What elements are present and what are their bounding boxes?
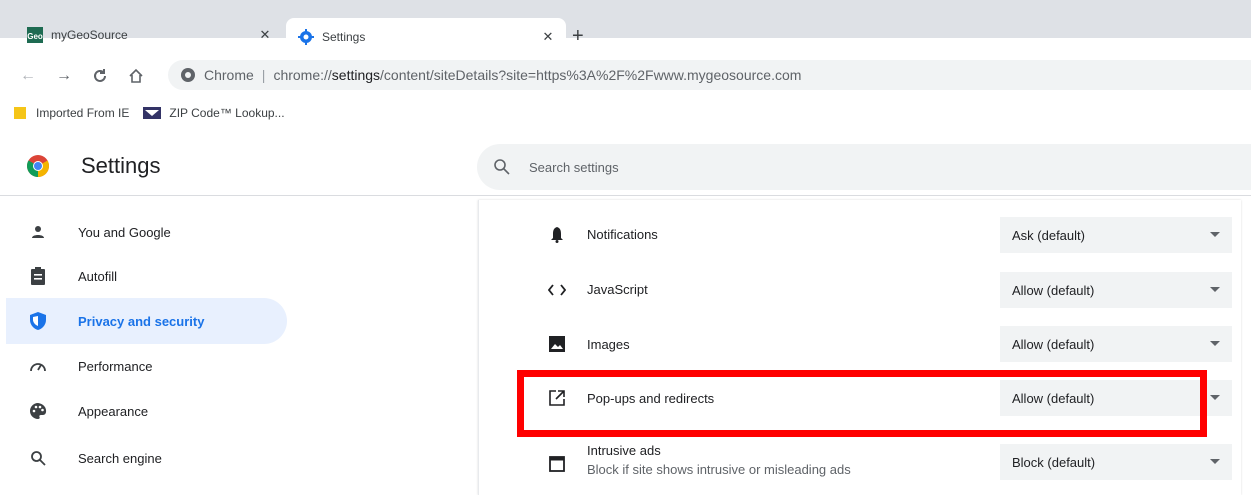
bookmark-imported-from-ie[interactable]: Imported From IE	[14, 106, 129, 120]
tab-title: Settings	[322, 30, 366, 44]
shield-icon	[28, 311, 48, 331]
tab-title: myGeoSource	[51, 28, 128, 42]
sidebar-item-privacy-and-security[interactable]: Privacy and security	[6, 298, 287, 344]
permission-label: JavaScript	[587, 282, 648, 297]
settings-header: Settings	[0, 136, 1251, 196]
javascript-select[interactable]: Allow (default)	[1000, 272, 1232, 308]
sidebar-item-autofill[interactable]: Autofill	[6, 253, 287, 299]
settings-sidebar: You and Google Autofill Privacy and secu…	[0, 200, 300, 495]
geo-favicon-icon: Geo	[27, 27, 43, 43]
home-icon[interactable]	[124, 64, 148, 88]
chrome-logo-icon	[27, 155, 49, 177]
site-permissions-panel: Notifications Ask (default) JavaScript A…	[478, 200, 1241, 495]
search-icon	[493, 158, 511, 176]
sidebar-item-label: You and Google	[78, 224, 171, 240]
omnibox-divider: |	[261, 67, 266, 83]
close-icon[interactable]: ✕	[257, 27, 273, 43]
forward-icon[interactable]: →	[52, 64, 76, 88]
browser-toolbar: ← → Chrome | chrome://settings/content/s…	[0, 56, 1251, 96]
back-icon[interactable]: ←	[16, 64, 40, 88]
usps-icon	[143, 107, 162, 119]
notifications-select[interactable]: Ask (default)	[1000, 217, 1232, 253]
search-input[interactable]	[529, 159, 1129, 175]
folder-icon	[14, 106, 28, 120]
page-title: Settings	[81, 153, 161, 178]
sidebar-item-you-and-google[interactable]: You and Google	[6, 209, 287, 255]
address-bar[interactable]: Chrome | chrome://settings/content/siteD…	[168, 60, 1251, 90]
image-icon	[547, 334, 567, 354]
permission-label: Images	[587, 337, 630, 352]
url-host: settings	[331, 67, 381, 83]
chrome-chip[interactable]: Chrome	[180, 67, 254, 83]
permission-row-intrusive-ads: Intrusive ads Block if site shows intrus…	[479, 435, 1242, 489]
bell-icon	[547, 225, 567, 245]
close-icon[interactable]: ✕	[540, 29, 556, 45]
chrome-chip-label: Chrome	[204, 67, 254, 83]
select-value: Ask (default)	[1012, 227, 1085, 243]
bookmark-label: Imported From IE	[36, 106, 130, 120]
chevron-down-icon	[1210, 459, 1220, 464]
tab-mygeosource[interactable]: Geo myGeoSource ✕	[15, 18, 283, 52]
select-value: Allow (default)	[1012, 336, 1095, 352]
images-select[interactable]: Allow (default)	[1000, 326, 1232, 362]
permission-row-notifications: Notifications Ask (default)	[479, 208, 1242, 262]
sidebar-item-appearance[interactable]: Appearance	[6, 388, 287, 434]
code-icon	[547, 280, 567, 300]
chevron-down-icon	[1210, 395, 1220, 400]
permission-sublabel: Block if site shows intrusive or mislead…	[587, 462, 851, 477]
chevron-down-icon	[1210, 232, 1220, 237]
permission-label: Intrusive ads	[587, 443, 661, 458]
new-tab-button[interactable]: +	[572, 26, 584, 46]
sidebar-item-label: Search engine	[78, 450, 162, 466]
url-scheme: chrome://	[273, 67, 332, 83]
tab-settings[interactable]: Settings ✕	[286, 18, 566, 56]
chevron-down-icon	[1210, 287, 1220, 292]
bookmark-label: ZIP Code™ Lookup...	[169, 106, 285, 120]
clipboard-icon	[28, 266, 48, 286]
gear-icon	[298, 29, 314, 45]
svg-text:Geo: Geo	[27, 32, 43, 41]
person-icon	[28, 222, 48, 242]
highlight-box	[517, 370, 1207, 437]
url-path: /content/siteDetails?site=https%3A%2F%2F…	[380, 67, 802, 83]
sidebar-item-label: Privacy and security	[78, 313, 205, 329]
sidebar-item-performance[interactable]: Performance	[6, 343, 287, 389]
permission-row-javascript: JavaScript Allow (default)	[479, 263, 1242, 317]
sidebar-item-search-engine[interactable]: Search engine	[6, 435, 287, 481]
permission-row-images: Images Allow (default)	[479, 317, 1242, 371]
speedometer-icon	[28, 356, 48, 376]
chevron-down-icon	[1210, 341, 1220, 346]
chrome-icon	[181, 68, 195, 82]
tab-strip: Geo myGeoSource ✕ Settings ✕ +	[0, 0, 1251, 56]
window-icon	[547, 454, 567, 474]
sidebar-item-label: Autofill	[78, 268, 118, 284]
sidebar-item-label: Appearance	[78, 403, 149, 419]
search-icon	[28, 448, 48, 468]
permission-label: Notifications	[587, 227, 658, 242]
select-value: Allow (default)	[1012, 282, 1095, 298]
search-settings-box[interactable]	[477, 144, 1251, 190]
bookmark-zip-code-lookup[interactable]: ZIP Code™ Lookup...	[143, 106, 285, 120]
intrusive-ads-select[interactable]: Block (default)	[1000, 444, 1232, 480]
select-value: Block (default)	[1012, 454, 1096, 470]
bookmarks-bar: Imported From IE ZIP Code™ Lookup...	[0, 100, 1251, 126]
palette-icon	[28, 401, 48, 421]
sidebar-item-label: Performance	[78, 358, 153, 374]
reload-icon[interactable]	[88, 64, 112, 88]
